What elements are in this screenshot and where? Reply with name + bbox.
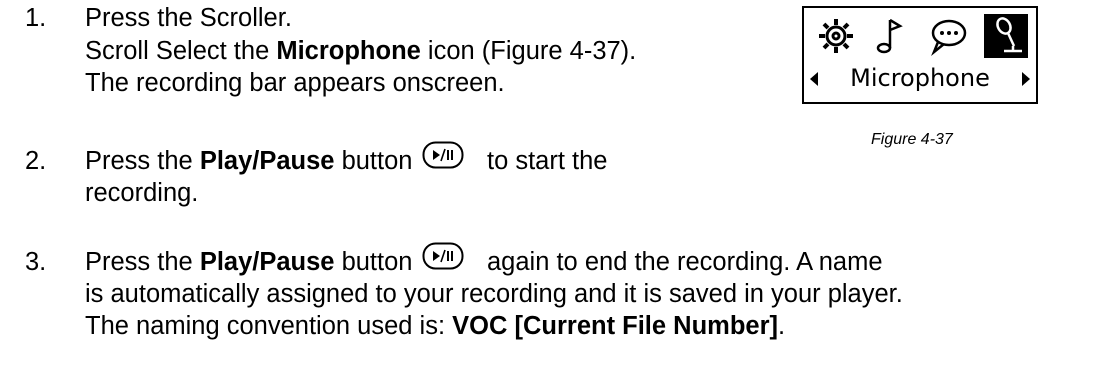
microphone-term: Microphone — [276, 37, 421, 65]
naming-convention: VOC [Current File Number] — [452, 312, 779, 340]
step-3-line-3: The naming convention used is: VOC [Curr… — [85, 311, 785, 341]
step-3-number: 3. — [25, 248, 47, 276]
step-1-line-3: The recording bar appears onscreen. — [85, 69, 505, 97]
speech-bubble-icon — [931, 19, 967, 56]
step-3-line-1: Press the Play/Pause button — [85, 247, 412, 277]
play-pause-term: Play/Pause — [199, 248, 335, 276]
step-2-line-1-post: to start the — [487, 147, 608, 175]
step-1-line-2-post: icon (Figure 4-37). — [420, 37, 637, 65]
screen-label: Microphone — [850, 64, 990, 92]
step-1-line-2-pre: Scroll Select the — [85, 37, 277, 65]
step-1-line-2: Scroll Select the Microphone icon (Figur… — [85, 36, 636, 66]
player-screen-figure: Microphone — [802, 6, 1038, 104]
scroll-right-arrow-icon — [1022, 72, 1030, 86]
figure-caption: Figure 4-37 — [871, 131, 953, 148]
step-3-line-1-mid: button — [334, 248, 413, 276]
step-1-line-1: Press the Scroller. — [85, 4, 292, 32]
play-pause-button-icon — [422, 141, 464, 169]
step-2-number: 2. — [25, 147, 47, 175]
step-3-line-1-pre: Press the — [85, 248, 200, 276]
music-note-icon — [876, 18, 903, 54]
step-2-line-2: recording. — [85, 179, 199, 207]
step-2-line-1-pre: Press the — [85, 147, 200, 175]
play-pause-button-icon — [422, 242, 464, 270]
step-3-line-2: is automatically assigned to your record… — [85, 280, 903, 308]
step-2-line-1: Press the Play/Pause button — [85, 146, 412, 176]
microphone-icon — [984, 14, 1028, 58]
step-3-line-3-pre: The naming convention used is: — [85, 312, 453, 340]
settings-icon — [819, 19, 853, 53]
step-2-line-1-mid: button — [334, 147, 413, 175]
step-1-number: 1. — [25, 4, 47, 32]
play-pause-term: Play/Pause — [199, 147, 335, 175]
step-3-line-1-post: again to end the recording. A name — [487, 248, 883, 276]
step-3-line-3-post: . — [778, 312, 786, 340]
